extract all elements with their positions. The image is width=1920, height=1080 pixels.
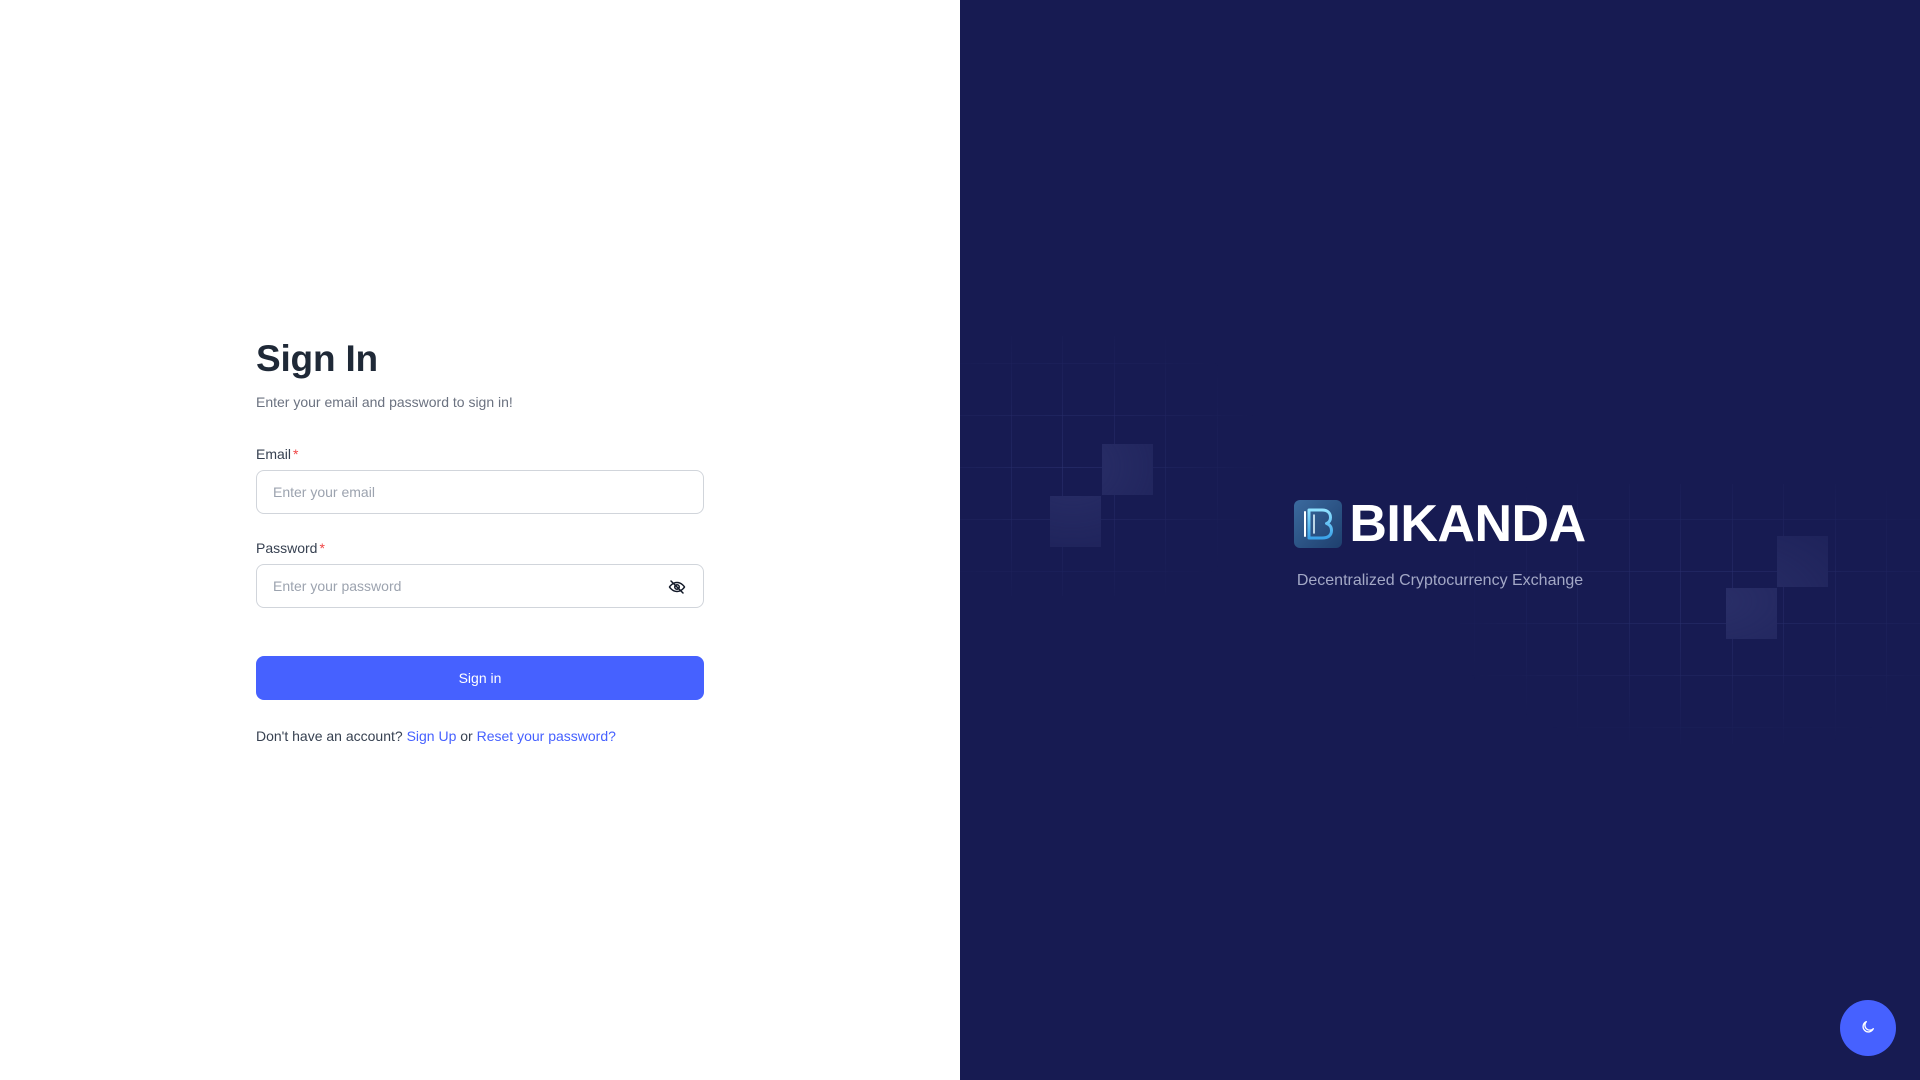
sign-up-link[interactable]: Sign Up [407,728,457,744]
email-field-box [256,470,704,514]
password-required-mark: * [319,540,325,556]
password-field-box [256,564,704,608]
password-label: Password * [256,538,704,558]
password-field[interactable] [257,565,703,607]
password-label-text: Password [256,540,318,556]
signin-form: Sign In Enter your email and password to… [256,333,704,746]
signin-panel: Sign In Enter your email and password to… [0,0,960,1080]
theme-toggle-button[interactable] [1840,1000,1896,1056]
eye-off-icon[interactable] [667,577,687,597]
email-field[interactable] [257,471,703,513]
email-required-mark: * [293,446,299,462]
moon-icon [1860,1019,1876,1038]
signup-prompt-text: Don't have an account? [256,728,403,744]
email-label: Email * [256,444,704,464]
signup-prompt: Don't have an account? Sign Up or Reset … [256,726,704,746]
reset-password-link[interactable]: Reset your password? [477,728,616,744]
brand-name: BIKANDA [1349,495,1586,553]
page-subtitle: Enter your email and password to sign in… [256,394,513,410]
page-title: Sign In [256,338,378,379]
brand-tagline: Decentralized Cryptocurrency Exchange [1296,572,1584,589]
link-separator: or [460,728,473,744]
bikanda-logo-icon [1294,500,1343,548]
brand-lockup: BIKANDA [960,496,1920,552]
email-label-text: Email [256,446,292,462]
brand-panel: BIKANDA Decentralized Cryptocurrency Exc… [960,0,1920,1080]
sign-in-button[interactable]: Sign in [256,656,704,700]
